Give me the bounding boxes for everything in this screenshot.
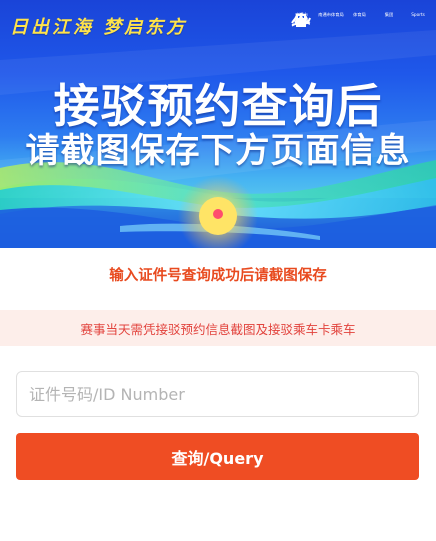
- sponsor-caption: 南通市体育局: [318, 12, 344, 18]
- event-banner: 日出江海 梦启东方 南通市 南通市体育局 体育局: [0, 0, 436, 248]
- sponsor-caption: Sports: [411, 12, 425, 18]
- sponsor-logo: Sports: [294, 12, 430, 36]
- sun-center-dot: [213, 209, 223, 219]
- star-sports-icon: [294, 13, 308, 27]
- sponsor-logos: 南通市 南通市体育局 体育局 集团: [290, 12, 430, 36]
- sponsor-logo: 体育局: [291, 12, 372, 36]
- event-slogan: 日出江海 梦启东方: [10, 17, 188, 38]
- sponsor-caption: 体育局: [353, 12, 367, 18]
- query-button[interactable]: 查询/Query: [16, 433, 419, 480]
- banner-headline-line2: 请截图保存下方页面信息: [25, 131, 411, 171]
- notice-bar: 赛事当天需凭接驳预约信息截图及接驳乘车卡乘车: [0, 310, 436, 346]
- instruction-text: 输入证件号查询成功后请截图保存: [109, 268, 327, 284]
- sponsor-caption: 集团: [384, 12, 394, 18]
- id-number-input[interactable]: [16, 371, 419, 417]
- notice-text: 赛事当天需凭接驳预约信息截图及接驳乘车卡乘车: [80, 321, 356, 337]
- sponsor-logo: 南通市体育局: [291, 12, 344, 36]
- sponsor-logo: 集团: [296, 12, 401, 36]
